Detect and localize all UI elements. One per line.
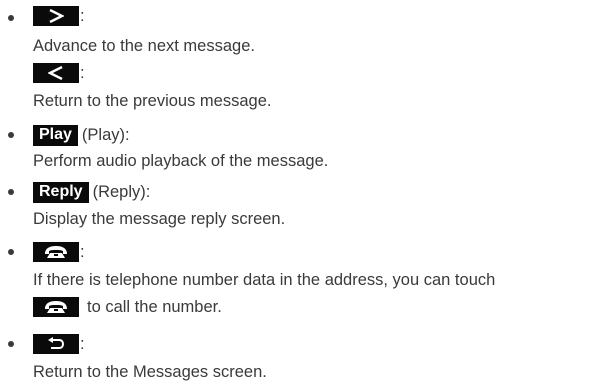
previous-message-colon: : xyxy=(80,64,85,82)
next-message-button[interactable] xyxy=(33,6,79,26)
phone-icon xyxy=(45,301,67,313)
reply-row: Reply (Reply): xyxy=(33,181,150,203)
reply-label-suffix: (Reply): xyxy=(92,183,151,201)
reply-description: Display the message reply screen. xyxy=(33,210,286,228)
call-description-line2: to call the number. xyxy=(87,298,222,316)
list-bullet xyxy=(8,249,14,255)
call-colon: : xyxy=(80,243,85,261)
play-button[interactable]: Play xyxy=(33,124,78,146)
chevron-left-icon xyxy=(48,66,63,80)
previous-message-button[interactable] xyxy=(33,63,79,83)
list-bullet xyxy=(8,132,14,138)
return-button[interactable] xyxy=(33,334,79,354)
list-bullet xyxy=(8,189,14,195)
next-message-colon: : xyxy=(80,7,85,25)
previous-message-description: Return to the previous message. xyxy=(33,92,272,110)
next-message-row: : xyxy=(33,5,85,27)
return-colon: : xyxy=(80,335,85,353)
phone-icon xyxy=(45,246,67,258)
call-description-line2-row: to call the number. xyxy=(33,296,222,318)
call-row: : xyxy=(33,241,85,263)
chevron-right-icon xyxy=(49,9,64,23)
return-arrow-icon xyxy=(48,337,65,349)
list-bullet xyxy=(8,15,14,21)
list-bullet xyxy=(8,341,14,347)
reply-button[interactable]: Reply xyxy=(33,181,89,203)
return-row: : xyxy=(33,333,85,355)
play-row: Play (Play): xyxy=(33,124,130,146)
call-description-line1: If there is telephone number data in the… xyxy=(33,271,496,289)
play-description: Perform audio playback of the message. xyxy=(33,152,329,170)
call-button[interactable] xyxy=(33,242,79,262)
previous-message-row: : xyxy=(33,62,85,84)
next-message-description: Advance to the next message. xyxy=(33,37,255,55)
call-inline-button[interactable] xyxy=(33,297,79,317)
play-label-suffix: (Play): xyxy=(81,126,130,144)
return-description: Return to the Messages screen. xyxy=(33,363,267,381)
